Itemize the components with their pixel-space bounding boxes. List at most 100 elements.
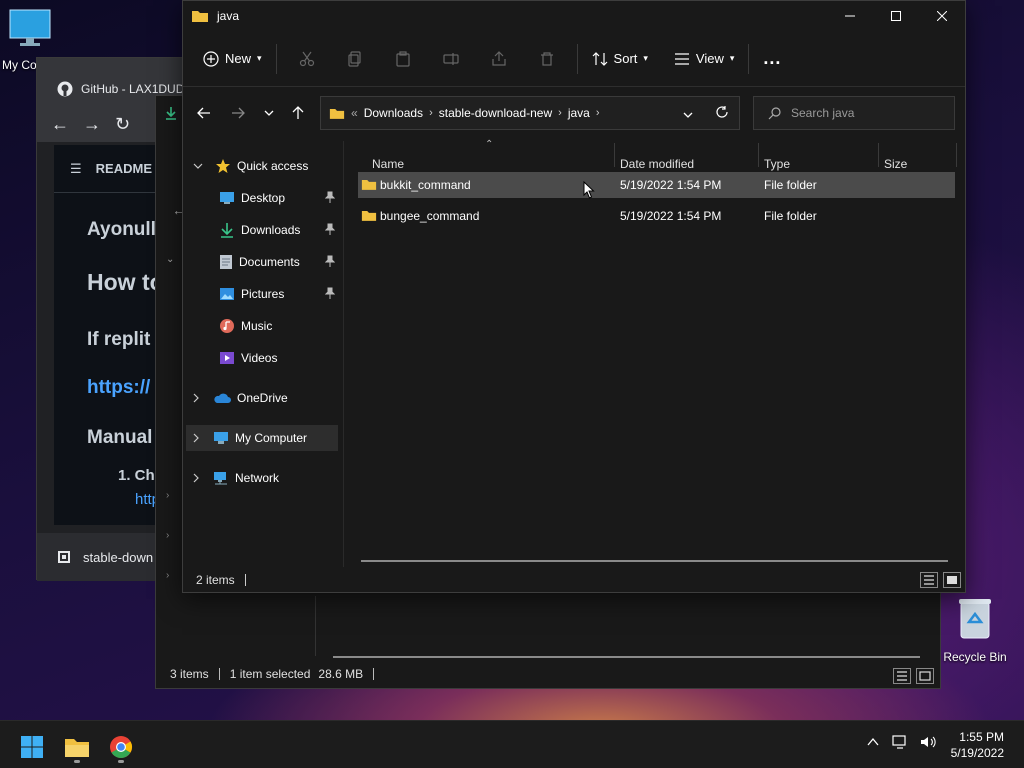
close-button[interactable] — [919, 1, 965, 31]
nav-pictures[interactable]: Pictures — [219, 281, 284, 307]
copy-button[interactable] — [331, 41, 379, 77]
chevron-up-icon[interactable] — [866, 735, 880, 752]
forward-button[interactable] — [223, 93, 253, 133]
nav-documents[interactable]: Documents — [219, 249, 300, 275]
list-icon[interactable]: ☰ — [70, 161, 82, 177]
search-icon — [768, 106, 781, 119]
tiles-view-toggle[interactable] — [916, 668, 934, 684]
cut-button[interactable] — [283, 41, 331, 77]
pin-icon[interactable] — [324, 191, 336, 206]
mouse-cursor-icon — [583, 181, 595, 199]
sort-label: Sort — [613, 51, 638, 66]
view-icon — [674, 52, 689, 65]
reload-icon[interactable]: ↻ — [115, 114, 130, 135]
more-icon: ... — [763, 48, 782, 68]
copy-icon — [347, 50, 361, 67]
readme-heading: How to — [87, 269, 164, 295]
chevron-down-icon: ▾ — [643, 53, 648, 63]
chevron-right-icon[interactable]: › — [429, 107, 433, 119]
start-button[interactable] — [14, 729, 50, 765]
breadcrumb-stable-download-new[interactable]: stable-download-new — [439, 106, 552, 120]
explorer-window[interactable]: java New ▾ Sort ▾ View ▾ ... « Downloads… — [182, 0, 966, 593]
nav-label: Quick access — [237, 159, 309, 173]
system-clock[interactable]: 1:55 PM 5/19/2022 — [951, 729, 1004, 761]
address-bar[interactable]: « Downloads › stable-download-new › java… — [320, 96, 740, 130]
status-item-count: 3 items — [170, 667, 209, 681]
table-row[interactable]: bukkit_command 5/19/2022 1:54 PM File fo… — [358, 172, 955, 198]
pin-icon[interactable] — [324, 223, 336, 238]
nav-desktop[interactable]: Desktop — [219, 185, 285, 211]
details-view-toggle[interactable] — [920, 572, 938, 588]
share-button[interactable] — [475, 41, 523, 77]
readme-link[interactable]: https:// — [87, 377, 150, 399]
network-status-icon[interactable] — [892, 735, 908, 752]
nav-my-computer[interactable]: My Computer — [186, 425, 338, 451]
table-row[interactable]: bungee_command 5/19/2022 1:54 PM File fo… — [358, 203, 955, 229]
recent-locations-button[interactable] — [254, 93, 284, 133]
nav-onedrive[interactable]: OneDrive — [193, 385, 288, 411]
nav-label: OneDrive — [237, 391, 288, 405]
paste-button[interactable] — [379, 41, 427, 77]
status-item-count: 2 items — [196, 573, 235, 587]
sort-button[interactable]: Sort ▾ — [584, 41, 656, 77]
refresh-icon[interactable] — [715, 105, 729, 122]
new-button[interactable]: New ▾ — [195, 41, 270, 77]
nav-downloads[interactable]: Downloads — [219, 217, 300, 243]
file-name: bungee_command — [380, 209, 480, 223]
back-button[interactable] — [189, 93, 219, 133]
chevron-right-icon[interactable]: › — [166, 530, 169, 541]
delete-button[interactable] — [523, 41, 571, 77]
tiles-view-toggle[interactable] — [943, 572, 961, 588]
pane-divider — [315, 596, 316, 656]
back-arrow-icon[interactable]: ← — [51, 114, 69, 135]
breadcrumb-downloads[interactable]: Downloads — [364, 106, 423, 120]
volume-icon[interactable] — [920, 735, 936, 752]
nav-music[interactable]: Music — [219, 313, 272, 339]
desktop-icon — [220, 192, 234, 204]
breadcrumb-java[interactable]: java — [568, 106, 590, 120]
chevron-right-icon[interactable]: › — [166, 570, 169, 581]
readme-heading: Ayonull — [87, 219, 156, 240]
taskbar-chrome[interactable] — [103, 729, 139, 765]
pin-icon[interactable] — [324, 287, 336, 302]
taskbar-file-explorer[interactable] — [59, 729, 95, 765]
chevron-down-icon[interactable]: ⌄ — [166, 254, 174, 265]
desktop-icon-label: Recycle Bin — [943, 650, 1007, 664]
minimize-button[interactable] — [827, 1, 873, 31]
forward-arrow-icon[interactable]: → — [83, 114, 101, 135]
pin-icon[interactable] — [324, 255, 336, 270]
document-icon — [220, 255, 232, 269]
chevron-right-icon[interactable]: › — [166, 490, 169, 501]
download-arrow-icon — [164, 106, 178, 123]
view-label: View — [695, 51, 724, 66]
chevron-right-icon[interactable] — [193, 473, 199, 483]
desktop-icon-recycle-bin[interactable]: Recycle Bin — [940, 596, 1010, 664]
maximize-button[interactable] — [873, 1, 919, 31]
file-type: File folder — [764, 209, 817, 223]
chevron-down-icon[interactable] — [193, 163, 203, 169]
view-button[interactable]: View ▾ — [666, 41, 742, 77]
address-dropdown-icon[interactable] — [683, 107, 693, 121]
breadcrumb-overflow[interactable]: « — [351, 106, 358, 120]
chevron-right-icon[interactable]: › — [558, 107, 562, 119]
horizontal-scrollbar[interactable] — [333, 656, 920, 658]
video-icon — [220, 352, 234, 364]
chevron-down-icon: ▾ — [257, 53, 262, 63]
chevron-right-icon[interactable]: › — [596, 107, 600, 119]
readme-heading: Manual — [87, 427, 153, 448]
nav-quick-access[interactable]: Quick access — [193, 153, 308, 179]
up-button[interactable] — [283, 93, 313, 133]
nav-network[interactable]: Network — [193, 465, 279, 491]
chevron-right-icon[interactable] — [193, 393, 199, 403]
details-view-toggle[interactable] — [893, 668, 911, 684]
search-placeholder: Search java — [791, 106, 855, 120]
search-input[interactable]: Search java — [753, 96, 955, 130]
status-bar: 2 items — [183, 567, 965, 593]
horizontal-scrollbar[interactable] — [361, 560, 948, 562]
chevron-right-icon[interactable] — [193, 433, 199, 443]
nav-videos[interactable]: Videos — [219, 345, 277, 371]
close-icon — [937, 11, 947, 21]
more-options-button[interactable]: ... — [755, 41, 789, 77]
navigation-pane: Quick access Desktop Downloads Documents… — [183, 141, 343, 561]
rename-button[interactable] — [427, 41, 475, 77]
